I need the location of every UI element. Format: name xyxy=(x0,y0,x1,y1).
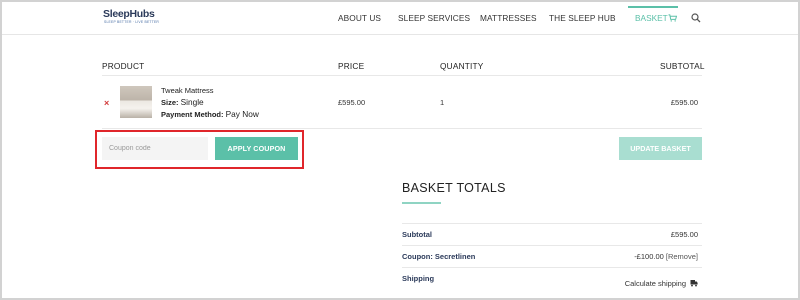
update-basket-button[interactable]: UPDATE BASKET xyxy=(619,137,702,160)
browser-frame: SleepHubs SLEEP BETTER · LIVE BETTER ABO… xyxy=(0,0,800,300)
calculate-shipping-link[interactable]: Calculate shipping xyxy=(625,279,698,288)
totals-coupon-value: -£100.00 [Remove] xyxy=(634,252,698,261)
logo-tagline: SLEEP BETTER · LIVE BETTER xyxy=(104,20,160,24)
col-header-quantity: QUANTITY xyxy=(440,61,484,71)
nav-about-us[interactable]: ABOUT US xyxy=(338,13,381,23)
totals-shipping-label: Shipping xyxy=(402,274,435,283)
col-header-price: PRICE xyxy=(338,61,365,71)
coupon-highlight-box xyxy=(95,130,304,169)
product-size-value: Single xyxy=(180,97,204,107)
nav-the-sleep-hub[interactable]: THE SLEEP HUB xyxy=(549,13,616,23)
product-size-label: Size: xyxy=(161,98,179,107)
basket-totals-title: BASKET TOTALS xyxy=(402,181,506,195)
product-name[interactable]: Tweak Mattress xyxy=(161,86,214,95)
site-header: SleepHubs SLEEP BETTER · LIVE BETTER ABO… xyxy=(2,2,798,35)
truck-icon xyxy=(690,280,698,287)
col-header-subtotal: SUBTOTAL xyxy=(660,61,705,71)
coupon-discount-amount: -£100.00 xyxy=(634,252,664,261)
logo[interactable]: SleepHubs SLEEP BETTER · LIVE BETTER xyxy=(103,8,163,26)
nav-basket[interactable]: BASKET xyxy=(628,6,678,34)
payment-method-label: Payment Method: xyxy=(161,110,224,119)
totals-divider xyxy=(402,245,702,246)
table-header-divider xyxy=(102,75,702,76)
logo-text: SleepHubs xyxy=(103,8,155,20)
nav-mattresses[interactable]: MATTRESSES xyxy=(480,13,537,23)
totals-divider xyxy=(402,223,702,224)
totals-subtotal-value: £595.00 xyxy=(670,230,698,239)
remove-item-icon[interactable]: × xyxy=(104,98,109,108)
product-thumbnail[interactable] xyxy=(120,86,152,118)
totals-coupon-label: Coupon: Secretlinen xyxy=(402,252,476,261)
product-payment-method: Payment Method: Pay Now xyxy=(161,109,259,119)
totals-title-underline xyxy=(402,202,441,204)
item-price: £595.00 xyxy=(338,98,366,107)
table-row-divider xyxy=(102,128,702,129)
col-header-product: PRODUCT xyxy=(102,61,145,71)
cart-icon xyxy=(668,14,677,22)
totals-subtotal-label: Subtotal xyxy=(402,230,432,239)
nav-basket-label: BASKET xyxy=(635,13,668,23)
remove-coupon-link[interactable]: [Remove] xyxy=(666,252,698,261)
totals-divider xyxy=(402,267,702,268)
calculate-shipping-label: Calculate shipping xyxy=(624,279,686,288)
payment-method-value: Pay Now xyxy=(225,109,259,119)
product-size: Size: Single xyxy=(161,97,204,107)
item-quantity[interactable]: 1 xyxy=(440,98,444,107)
nav-sleep-services[interactable]: SLEEP SERVICES xyxy=(398,13,470,23)
item-subtotal: £595.00 xyxy=(670,98,698,107)
search-icon[interactable] xyxy=(691,13,701,23)
